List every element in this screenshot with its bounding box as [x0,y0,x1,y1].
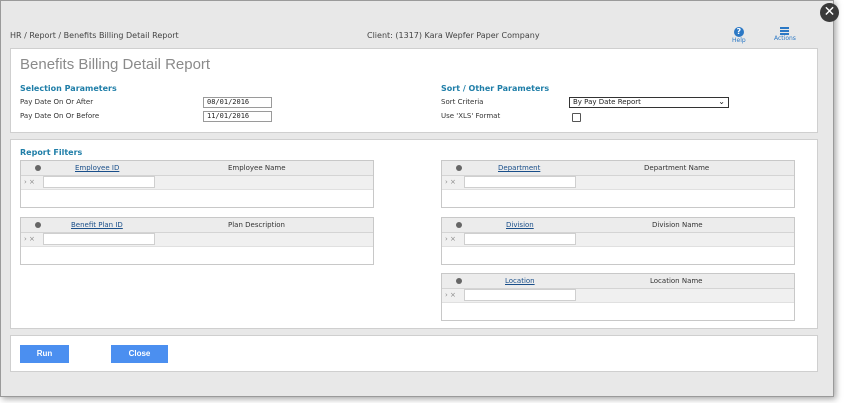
pay-after-input[interactable]: 08/01/2016 [203,97,272,108]
employee-id-column[interactable]: Employee ID [75,164,119,172]
actions-label: Actions [774,35,796,42]
grid-header: Employee ID Employee Name [21,161,373,176]
actions-button[interactable]: Actions [774,27,796,42]
add-row-icon[interactable] [456,222,462,228]
grid-row: › × [21,233,373,247]
sort-criteria-value: By Pay Date Report [573,98,641,106]
row-controls-icon[interactable]: › × [24,235,35,243]
page-title: Benefits Billing Detail Report [20,56,211,73]
benefit-plan-filter-grid: Benefit Plan ID Plan Description › × [20,217,374,265]
xls-format-checkbox[interactable] [572,113,581,122]
report-dialog: ✕ HR / Report / Benefits Billing Detail … [0,0,839,397]
grid-header: Department Department Name [442,161,794,176]
actions-panel: Run Close [10,335,818,372]
employee-filter-grid: Employee ID Employee Name › × [20,160,374,208]
add-row-icon[interactable] [35,165,41,171]
pay-before-input[interactable]: 11/01/2016 [203,111,272,122]
employee-id-input[interactable] [43,176,155,188]
grid-header: Location Location Name [442,274,794,289]
run-button[interactable]: Run [20,345,69,363]
add-row-icon[interactable] [35,222,41,228]
row-controls-icon[interactable]: › × [24,178,35,186]
grid-row: › × [442,233,794,247]
menu-icon [780,27,790,35]
add-row-icon[interactable] [456,165,462,171]
xls-format-label: Use 'XLS' Format [441,112,501,120]
location-column[interactable]: Location [505,277,535,285]
add-row-icon[interactable] [456,278,462,284]
division-input[interactable] [464,233,576,245]
parameters-panel: Benefits Billing Detail Report Selection… [10,48,818,133]
plan-description-column: Plan Description [228,221,285,229]
grid-header: Benefit Plan ID Plan Description [21,218,373,233]
close-dialog-icon[interactable]: ✕ [820,3,839,22]
location-input[interactable] [464,289,576,301]
help-icon: ? [733,27,744,37]
close-button[interactable]: Close [111,345,168,363]
report-filters-heading: Report Filters [20,148,83,157]
pay-after-label: Pay Date On Or After [20,98,94,106]
grid-row: › × [21,176,373,190]
sort-parameters-heading: Sort / Other Parameters [441,84,550,93]
chevron-down-icon: ⌄ [718,97,725,106]
benefit-plan-id-input[interactable] [43,233,155,245]
division-filter-grid: Division Division Name › × [441,217,795,265]
division-name-column: Division Name [652,221,703,229]
row-controls-icon[interactable]: › × [445,291,456,299]
department-column[interactable]: Department [498,164,540,172]
benefit-plan-id-column[interactable]: Benefit Plan ID [71,221,123,229]
department-name-column: Department Name [644,164,710,172]
breadcrumb: HR / Report / Benefits Billing Detail Re… [10,31,179,40]
grid-header: Division Division Name [442,218,794,233]
location-name-column: Location Name [650,277,703,285]
sort-criteria-select[interactable]: By Pay Date Report ⌄ [569,97,729,108]
row-controls-icon[interactable]: › × [445,235,456,243]
dialog-header: HR / Report / Benefits Billing Detail Re… [1,23,833,47]
row-controls-icon[interactable]: › × [445,178,456,186]
department-filter-grid: Department Department Name › × [441,160,795,208]
client-label: Client: (1317) Kara Wepfer Paper Company [367,31,540,40]
employee-name-column: Employee Name [228,164,286,172]
pay-before-label: Pay Date On Or Before [20,112,100,120]
help-button[interactable]: ? Help [732,27,746,44]
help-label: Help [732,37,746,44]
location-filter-grid: Location Location Name › × [441,273,795,321]
grid-row: › × [442,176,794,190]
department-input[interactable] [464,176,576,188]
report-filters-panel: Report Filters Employee ID Employee Name… [10,139,818,329]
sort-criteria-label: Sort Criteria [441,98,484,106]
selection-parameters-heading: Selection Parameters [20,84,117,93]
grid-row: › × [442,289,794,303]
division-column[interactable]: Division [506,221,534,229]
